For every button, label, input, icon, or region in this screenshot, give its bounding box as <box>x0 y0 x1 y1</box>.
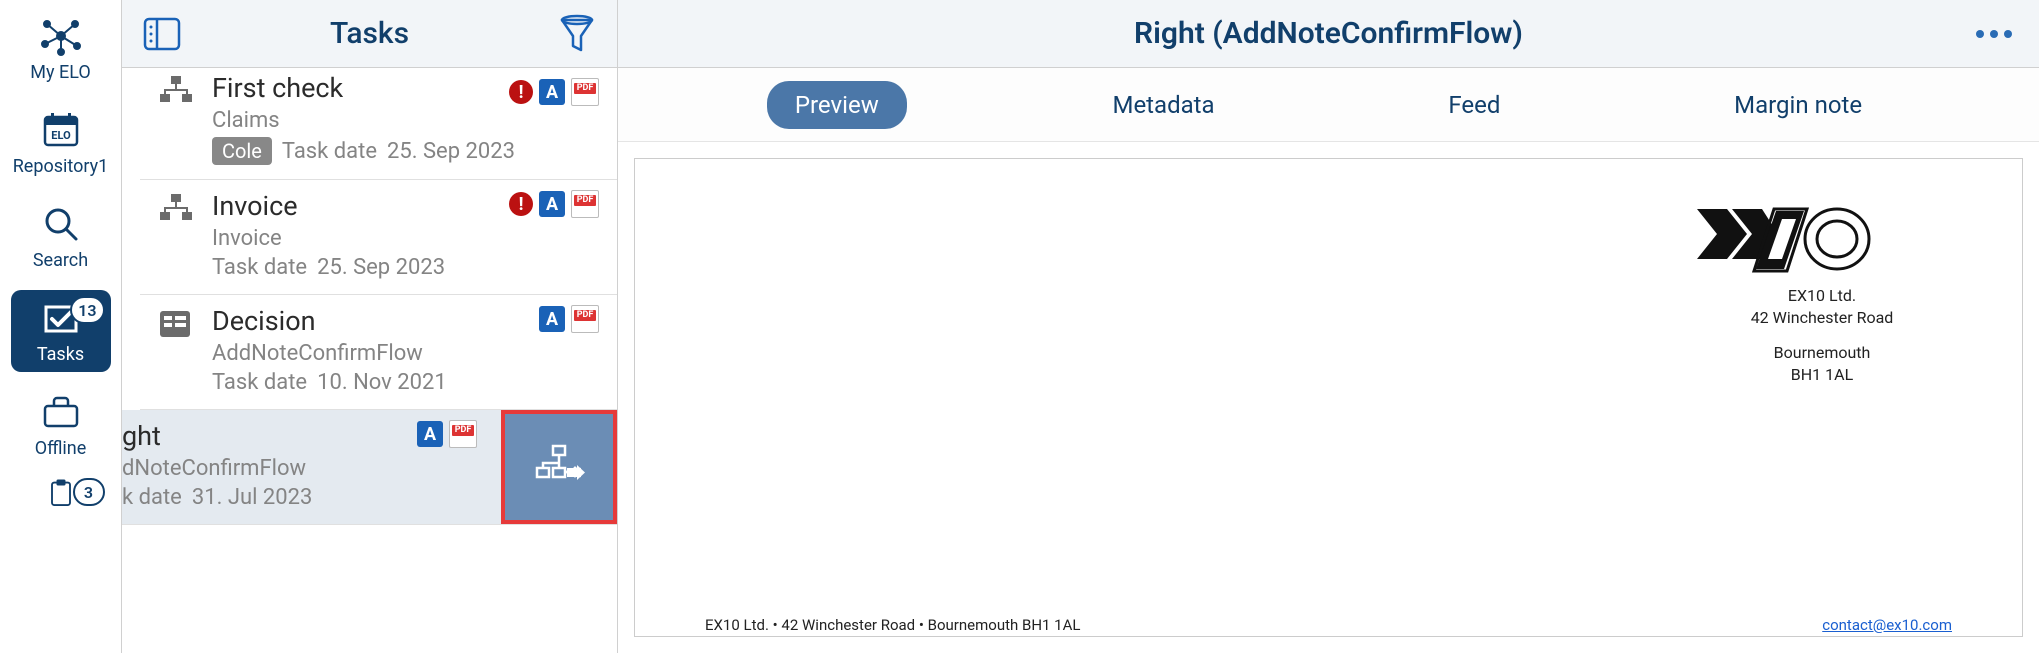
workflow-icon <box>158 72 198 165</box>
nav-label: Offline <box>35 438 87 459</box>
task-panel: Tasks First check Claims Cole Task date … <box>122 0 618 653</box>
a-badge-icon: A <box>417 421 443 447</box>
nav-offline[interactable]: Offline <box>11 384 111 466</box>
nav-tasks[interactable]: 13 Tasks <box>11 290 111 372</box>
task-meta: Cole Task date 25. Sep 2023 <box>212 137 599 165</box>
filter-button[interactable] <box>555 12 599 56</box>
alert-icon: ! <box>509 80 533 104</box>
nav-search[interactable]: Search <box>11 196 111 278</box>
workflow-icon <box>158 190 198 280</box>
task-meta: Task date 10. Nov 2021 <box>212 370 599 395</box>
tasks-badge: 13 <box>70 296 104 324</box>
task-item[interactable]: Decision AddNoteConfirmFlow Task date 10… <box>140 295 617 410</box>
task-panel-title: Tasks <box>184 16 555 51</box>
form-icon <box>158 305 198 395</box>
more-actions-button[interactable] <box>1969 30 2019 38</box>
task-panel-header: Tasks <box>122 0 617 68</box>
task-date: 25. Sep 2023 <box>317 255 445 280</box>
tab-feed[interactable]: Feed <box>1420 81 1528 129</box>
nav-label: Tasks <box>37 344 84 365</box>
document-letterhead: EX10 Ltd. 42 Winchester Road Bournemouth… <box>1692 199 1952 385</box>
pdf-icon <box>571 305 599 333</box>
main-header: Right (AddNoteConfirmFlow) <box>618 0 2039 68</box>
task-date: 10. Nov 2021 <box>317 370 447 395</box>
task-subtitle: Invoice <box>212 226 599 251</box>
forward-workflow-action[interactable] <box>501 410 617 524</box>
pdf-icon <box>571 190 599 218</box>
page-title: Right (AddNoteConfirmFlow) <box>688 16 1969 51</box>
doc-city: Bournemouth <box>1692 342 1952 364</box>
pdf-icon <box>449 420 477 448</box>
partial-badge: 3 <box>73 478 105 506</box>
calendar-elo-icon: ELO <box>39 110 83 150</box>
nav-item-partial[interactable]: 3 <box>11 478 111 508</box>
nav-repository[interactable]: ELO Repository1 <box>11 102 111 184</box>
a-badge-icon: A <box>539 306 565 332</box>
left-nav: My ELO ELO Repository1 Search 13 <box>0 0 122 653</box>
tab-margin-note[interactable]: Margin note <box>1706 81 1890 129</box>
task-date-label: Task date <box>212 255 307 280</box>
doc-footer-email[interactable]: contact@ex10.com <box>1822 616 1952 634</box>
task-date-label: k date <box>122 485 182 510</box>
doc-street: 42 Winchester Road <box>1692 307 1952 329</box>
task-date: 25. Sep 2023 <box>387 139 515 164</box>
nav-my-elo[interactable]: My ELO <box>11 8 111 90</box>
forward-workflow-icon <box>531 442 587 492</box>
task-item[interactable]: Invoice Invoice Task date 25. Sep 2023 !… <box>140 180 617 295</box>
task-date-label: Task date <box>282 139 377 164</box>
preview-area[interactable]: EX10 Ltd. 42 Winchester Road Bournemouth… <box>618 142 2039 653</box>
alert-icon: ! <box>509 192 533 216</box>
doc-company: EX10 Ltd. <box>1692 285 1952 307</box>
tab-row: Preview Metadata Feed Margin note <box>618 68 2039 142</box>
task-item-selected[interactable]: ght dNoteConfirmFlow k date 31. Jul 2023… <box>122 410 617 525</box>
task-list[interactable]: First check Claims Cole Task date 25. Se… <box>122 68 617 653</box>
nav-label: Search <box>33 250 88 271</box>
search-icon <box>39 204 83 244</box>
doc-footer-left: EX10 Ltd. • 42 Winchester Road • Bournem… <box>705 616 1080 634</box>
task-meta: Task date 25. Sep 2023 <box>212 255 599 280</box>
doc-postcode: BH1 1AL <box>1692 364 1952 386</box>
task-badges: ! A <box>509 78 599 106</box>
main-area: Right (AddNoteConfirmFlow) Preview Metad… <box>618 0 2039 653</box>
task-badges: A <box>539 305 599 333</box>
network-icon <box>39 16 83 56</box>
task-subtitle: Claims <box>212 108 599 133</box>
document-preview: EX10 Ltd. 42 Winchester Road Bournemouth… <box>634 158 2023 637</box>
a-badge-icon: A <box>539 191 565 217</box>
task-date-label: Task date <box>212 370 307 395</box>
task-badges: A <box>417 420 477 448</box>
nav-label: My ELO <box>30 62 90 83</box>
panel-layout-button[interactable] <box>140 12 184 56</box>
assignee-chip: Cole <box>212 137 272 165</box>
briefcase-icon <box>39 392 83 432</box>
a-badge-icon: A <box>539 79 565 105</box>
task-subtitle: AddNoteConfirmFlow <box>212 341 599 366</box>
task-date: 31. Jul 2023 <box>192 485 313 510</box>
pdf-icon <box>571 78 599 106</box>
doc-footer: EX10 Ltd. • 42 Winchester Road • Bournem… <box>705 616 1952 634</box>
nav-label: Repository1 <box>13 156 109 177</box>
svg-text:ELO: ELO <box>51 129 71 142</box>
task-badges: ! A <box>509 190 599 218</box>
tab-preview[interactable]: Preview <box>767 81 907 129</box>
tab-metadata[interactable]: Metadata <box>1085 81 1243 129</box>
task-item[interactable]: First check Claims Cole Task date 25. Se… <box>140 68 617 180</box>
ex10-logo-icon <box>1692 199 1952 277</box>
